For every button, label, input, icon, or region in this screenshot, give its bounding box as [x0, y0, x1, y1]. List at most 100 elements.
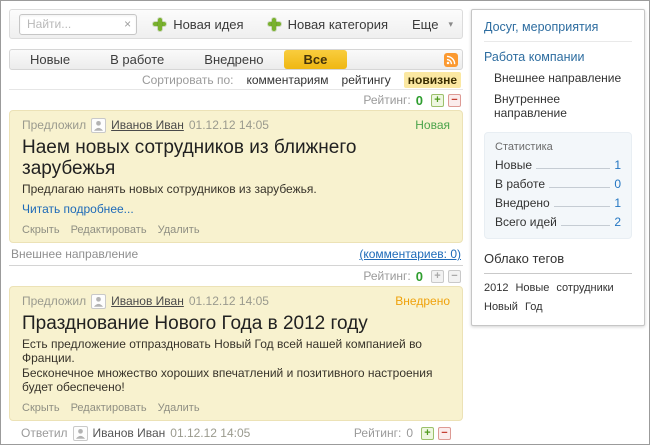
rss-icon[interactable]: [444, 53, 458, 67]
hide-link[interactable]: Скрыть: [22, 402, 60, 414]
sidebar-category-external[interactable]: Внешнее направление: [494, 71, 632, 85]
rating-label: Рейтинг:: [354, 426, 401, 440]
tag-newyear[interactable]: Новый: [484, 301, 518, 313]
idea1-rating-row: Рейтинг: 0 + −: [9, 90, 463, 110]
leader-line: [561, 225, 610, 226]
chevron-down-icon: ▾: [448, 19, 453, 30]
tag-employees[interactable]: сотрудники: [556, 282, 613, 294]
comment-date: 01.12.12 14:05: [170, 426, 250, 440]
main-column: × Новая идея Новая категория Еще ▾ Новые…: [9, 9, 463, 445]
stat-label: Всего идей: [495, 215, 557, 229]
idea2-body-line1: Есть предложение отпраздновать Новый Год…: [22, 337, 450, 365]
avatar[interactable]: [91, 294, 106, 309]
tab-bar: Новые В работе Внедрено Все: [9, 49, 463, 70]
idea2-actions: Скрыть Редактировать Удалить: [22, 402, 450, 414]
idea1-actions: Скрыть Редактировать Удалить: [22, 224, 450, 236]
new-category-label: Новая категория: [288, 17, 388, 32]
rating-value: 0: [416, 93, 423, 108]
delete-link[interactable]: Удалить: [158, 224, 200, 236]
sort-bar: Сортировать по: комментариям рейтингу но…: [9, 70, 463, 90]
comment-author[interactable]: Иванов Иван: [93, 426, 166, 440]
idea-card-1: Предложил Иванов Иван 01.12.12 14:05 Нов…: [9, 110, 463, 243]
proposed-by-label: Предложил: [22, 294, 86, 308]
statistics-title: Статистика: [495, 141, 621, 153]
idea1-date: 01.12.12 14:05: [189, 118, 269, 132]
sort-label: Сортировать по:: [142, 73, 234, 87]
idea1-comments-link[interactable]: (комментариев: 0): [359, 247, 461, 261]
stat-row-total: Всего идей 2: [495, 215, 621, 229]
stat-label: В работе: [495, 177, 545, 191]
stat-value: 0: [614, 177, 621, 191]
stat-value: 1: [614, 158, 621, 172]
sort-by-newness[interactable]: новизне: [404, 72, 461, 88]
vote-up-button-disabled: +: [431, 270, 444, 283]
tag-year[interactable]: Год: [525, 301, 543, 313]
status-badge-implemented: Внедрено: [395, 294, 450, 308]
edit-link[interactable]: Редактировать: [71, 224, 147, 236]
sidebar-category-leisure[interactable]: Досуг, мероприятия: [484, 20, 632, 42]
author-link[interactable]: Иванов Иван: [111, 118, 184, 132]
tag-new[interactable]: Новые: [515, 282, 549, 294]
sort-by-comments[interactable]: комментариям: [246, 73, 328, 87]
stat-value: 2: [614, 215, 621, 229]
ideas-page: × Новая идея Новая категория Еще ▾ Новые…: [0, 0, 650, 445]
vote-up-button[interactable]: +: [421, 427, 434, 440]
replied-by-label: Ответил: [21, 426, 68, 440]
stat-label: Внедрено: [495, 196, 550, 210]
search-input[interactable]: [19, 14, 137, 35]
comment-block: Ответил Иванов Иван 01.12.12 14:05 Рейти…: [9, 421, 463, 445]
leader-line: [554, 206, 611, 207]
plus-icon: [153, 18, 166, 31]
clear-search-icon[interactable]: ×: [124, 17, 131, 31]
avatar[interactable]: [73, 426, 88, 441]
idea2-body-line2: Бесконечное множество хороших впечатлени…: [22, 366, 450, 394]
stat-value: 1: [614, 196, 621, 210]
idea2-header: Предложил Иванов Иван 01.12.12 14:05 Вне…: [22, 293, 450, 309]
delete-link[interactable]: Удалить: [158, 402, 200, 414]
vote-down-button-disabled: −: [448, 270, 461, 283]
idea2-title[interactable]: Празднование Нового Года в 2012 году: [22, 313, 450, 334]
more-menu-button[interactable]: Еще ▾: [412, 17, 453, 32]
vote-up-button[interactable]: +: [431, 94, 444, 107]
stat-row-implemented: Внедрено 1: [495, 196, 621, 210]
tag-cloud: 2012 Новые сотрудники Новый Год: [484, 282, 632, 313]
vote-down-button[interactable]: −: [438, 427, 451, 440]
tab-all[interactable]: Все: [284, 50, 348, 69]
vote-down-button[interactable]: −: [448, 94, 461, 107]
idea1-header: Предложил Иванов Иван 01.12.12 14:05 Нов…: [22, 117, 450, 133]
new-idea-label: Новая идея: [173, 17, 243, 32]
tab-in-progress[interactable]: В работе: [90, 50, 184, 69]
comment-rating: Рейтинг: 0 + −: [354, 426, 451, 440]
idea-card-2: Предложил Иванов Иван 01.12.12 14:05 Вне…: [9, 286, 463, 421]
edit-link[interactable]: Редактировать: [71, 402, 147, 414]
tab-new[interactable]: Новые: [10, 50, 90, 69]
proposed-by-label: Предложил: [22, 118, 86, 132]
new-idea-button[interactable]: Новая идея: [153, 17, 243, 32]
idea1-category: Внешнее направление: [11, 247, 138, 261]
rating-value: 0: [416, 269, 423, 284]
status-badge-new: Новая: [415, 118, 450, 132]
new-category-button[interactable]: Новая категория: [268, 17, 388, 32]
sidebar-category-internal[interactable]: Внутреннее направление: [494, 92, 632, 120]
rating-label: Рейтинг:: [363, 269, 410, 283]
stat-row-new: Новые 1: [495, 158, 621, 172]
avatar[interactable]: [91, 118, 106, 133]
tab-implemented[interactable]: Внедрено: [184, 50, 283, 69]
idea1-footer: Внешнее направление (комментариев: 0): [9, 243, 463, 266]
rating-label: Рейтинг:: [363, 93, 410, 107]
sort-by-rating[interactable]: рейтингу: [342, 73, 391, 87]
leader-line: [536, 168, 610, 169]
stat-label: Новые: [495, 158, 532, 172]
toolbar: × Новая идея Новая категория Еще ▾: [9, 9, 463, 39]
sidebar-category-company[interactable]: Работа компании: [484, 50, 632, 64]
tag-2012[interactable]: 2012: [484, 282, 508, 294]
more-label: Еще: [412, 17, 438, 32]
idea1-title[interactable]: Наем новых сотрудников из ближнего заруб…: [22, 137, 450, 179]
search-box: ×: [19, 14, 137, 35]
hide-link[interactable]: Скрыть: [22, 224, 60, 236]
author-link[interactable]: Иванов Иван: [111, 294, 184, 308]
idea1-body: Предлагаю нанять новых сотрудников из за…: [22, 182, 450, 196]
sidebar: Досуг, мероприятия Работа компании Внешн…: [471, 9, 645, 326]
tag-cloud-title: Облако тегов: [484, 251, 632, 266]
read-more-link[interactable]: Читать подробнее...: [22, 202, 134, 216]
